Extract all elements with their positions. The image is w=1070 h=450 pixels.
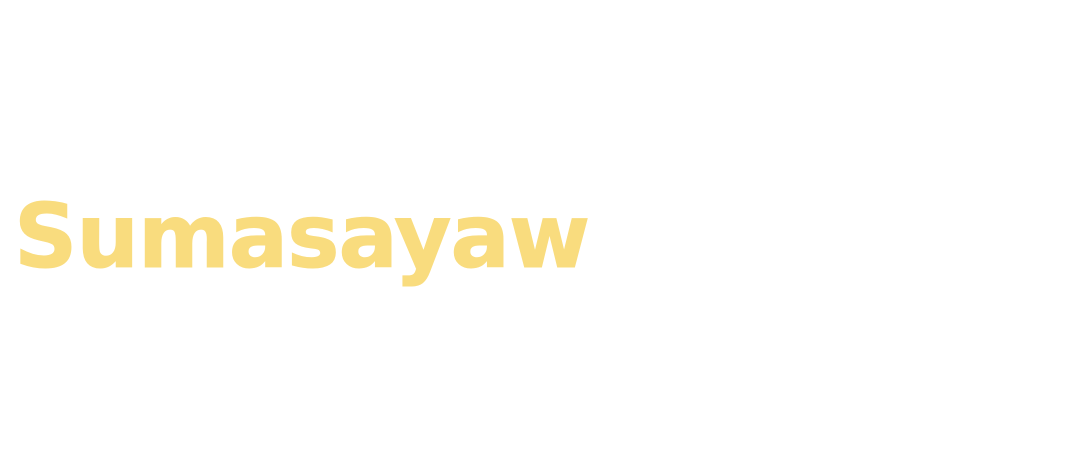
page-title: Sumasayaw <box>13 185 590 288</box>
page: { "title": "Sumasayaw", "colors": { "tex… <box>0 0 1070 450</box>
